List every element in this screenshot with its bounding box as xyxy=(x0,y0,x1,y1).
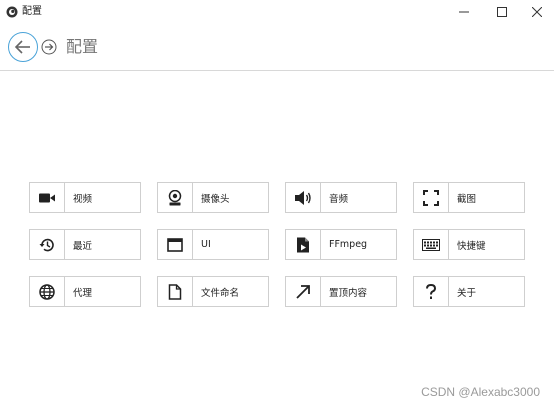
tile-icon-box xyxy=(414,277,449,306)
tile-icon-box xyxy=(158,230,193,259)
tile-label: 音频 xyxy=(329,193,349,205)
tile-ffmpeg[interactable]: FFmpeg xyxy=(285,229,397,260)
tile-recent[interactable]: 最近 xyxy=(29,229,141,260)
tile-icon-box xyxy=(30,230,65,259)
tile-label: 视频 xyxy=(73,193,93,205)
question-mark-icon xyxy=(426,283,437,299)
tile-audio[interactable]: 音频 xyxy=(285,182,397,213)
tile-hotkeys[interactable]: 快捷键 xyxy=(413,229,525,260)
title-bar: 配置 xyxy=(0,0,554,24)
close-button[interactable] xyxy=(520,0,554,24)
minimize-button[interactable] xyxy=(447,0,481,24)
media-file-icon xyxy=(297,237,309,252)
globe-icon xyxy=(39,283,55,300)
tile-file-naming[interactable]: 文件命名 xyxy=(157,276,269,307)
watermark-text: CSDN @Alexabc3000 xyxy=(421,385,540,399)
arrow-right-circle-icon xyxy=(41,39,57,55)
tile-ui[interactable]: UI xyxy=(157,229,269,260)
tile-label: 摄像头 xyxy=(201,193,230,205)
document-icon xyxy=(168,283,182,300)
app-logo-icon xyxy=(6,6,18,18)
arrow-left-icon xyxy=(14,40,30,54)
minimize-icon xyxy=(459,11,469,13)
tile-webcam[interactable]: 摄像头 xyxy=(157,182,269,213)
tile-pin-content[interactable]: 置顶内容 xyxy=(285,276,397,307)
tile-label: 截图 xyxy=(457,193,477,205)
maximize-icon xyxy=(497,7,507,17)
tile-about[interactable]: 关于 xyxy=(413,276,525,307)
tile-label: 代理 xyxy=(73,287,93,299)
window-title: 配置 xyxy=(22,6,42,17)
maximize-button[interactable] xyxy=(485,0,519,24)
tile-label: UI xyxy=(201,239,211,250)
tile-proxy[interactable]: 代理 xyxy=(29,276,141,307)
back-button[interactable] xyxy=(8,32,38,62)
settings-window: 配置 配置 视频 摄像头 音频 截图 最近 UI FFmpeg 快捷键 代理 文… xyxy=(0,0,554,407)
tile-screenshot[interactable]: 截图 xyxy=(413,182,525,213)
arrow-up-right-icon xyxy=(296,284,310,299)
close-icon xyxy=(532,7,542,17)
keyboard-icon xyxy=(422,238,440,251)
tile-label: 快捷键 xyxy=(457,240,486,252)
tile-icon-box xyxy=(414,183,449,212)
forward-button[interactable] xyxy=(41,39,57,55)
tile-icon-box xyxy=(414,230,449,259)
tile-icon-box xyxy=(30,183,65,212)
tile-label: FFmpeg xyxy=(329,239,368,250)
screenshot-frame-icon xyxy=(423,189,439,206)
tile-icon-box xyxy=(158,277,193,306)
tile-label: 文件命名 xyxy=(201,287,240,299)
tile-icon-box xyxy=(158,183,193,212)
page-title: 配置 xyxy=(66,37,99,56)
navigation-header: 配置 xyxy=(0,24,554,71)
speaker-icon xyxy=(295,190,311,205)
history-icon xyxy=(39,238,54,251)
tile-icon-box xyxy=(30,277,65,306)
tile-icon-box xyxy=(286,183,321,212)
webcam-icon xyxy=(168,189,182,205)
tile-icon-box xyxy=(286,230,321,259)
tile-label: 置顶内容 xyxy=(329,287,368,299)
tile-label: 关于 xyxy=(457,287,477,299)
window-ui-icon xyxy=(167,237,183,252)
tile-label: 最近 xyxy=(73,240,93,252)
video-camera-icon xyxy=(39,193,55,202)
tile-icon-box xyxy=(286,277,321,306)
tile-video[interactable]: 视频 xyxy=(29,182,141,213)
